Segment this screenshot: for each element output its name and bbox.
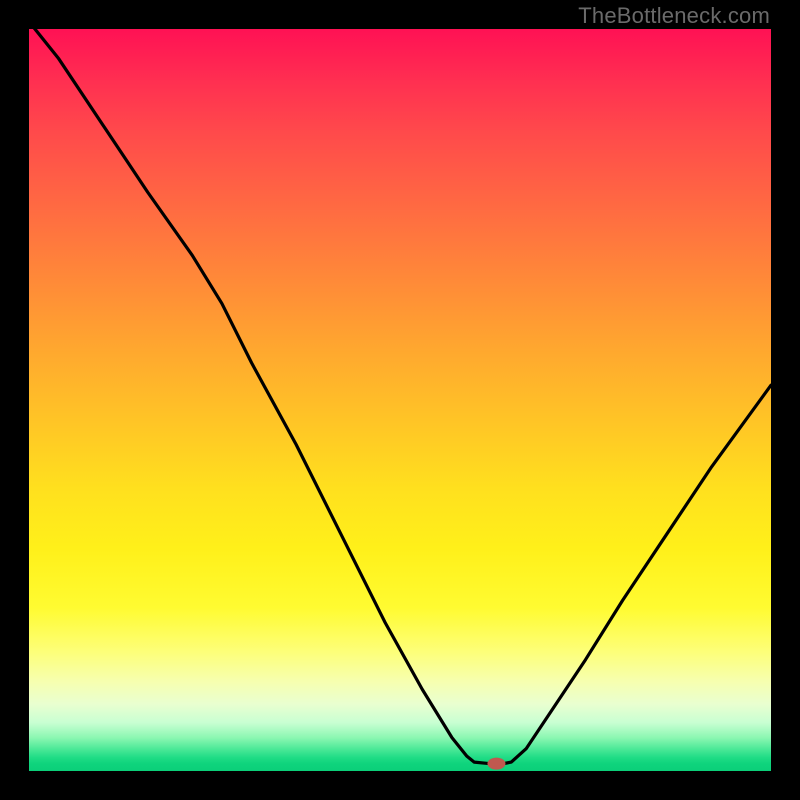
plot-area <box>29 29 771 771</box>
bottleneck-curve <box>29 29 771 764</box>
chart-frame: TheBottleneck.com <box>0 0 800 800</box>
minimum-marker <box>487 758 505 770</box>
curve-svg <box>29 29 771 771</box>
watermark-text: TheBottleneck.com <box>578 3 770 29</box>
